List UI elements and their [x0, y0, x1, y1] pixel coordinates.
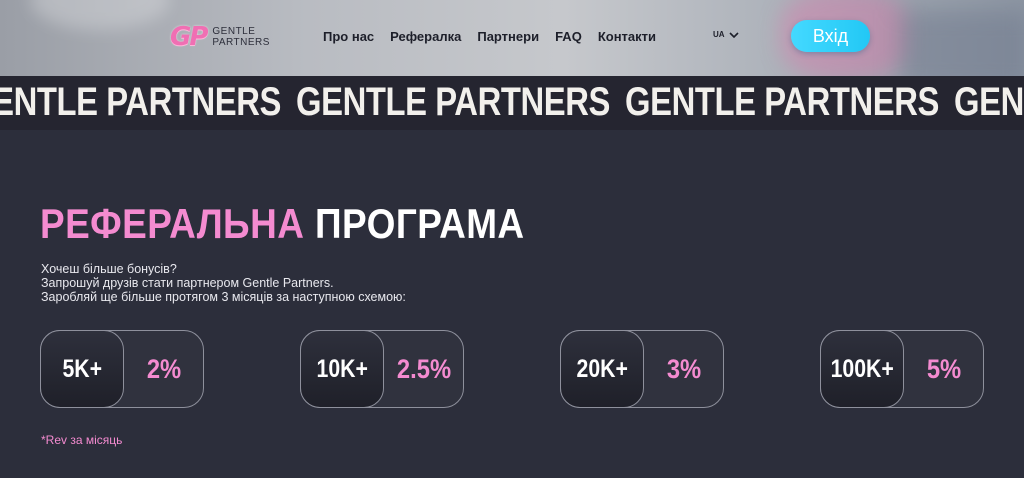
section-description: Хочеш більше бонусів? Запрошуй друзів ст…: [41, 262, 406, 304]
logo-text-line2: PARTNERS: [212, 37, 270, 48]
nav-link-contacts[interactable]: Контакти: [598, 29, 656, 44]
marquee-item: GENTLE PARTNERS: [625, 80, 939, 124]
tier-amount: 100K+: [830, 354, 894, 383]
logo-text-line1: GENTLE: [212, 26, 256, 37]
tier-percent: 3%: [666, 353, 702, 384]
marquee-item: GENTLE PARTNERS: [0, 80, 281, 124]
main-nav: Про нас Рефералка Партнери FAQ Контакти: [323, 29, 672, 44]
section-title: РЕФЕРАЛЬНА ПРОГРАМА: [40, 200, 525, 248]
tier-amount-box: 100K+: [820, 330, 904, 408]
language-selector[interactable]: UA: [713, 30, 739, 39]
tier-percent: 2%: [146, 353, 182, 384]
tier-card-20k: 20K+ 3%: [560, 330, 724, 408]
tier-amount-box: 10K+: [300, 330, 384, 408]
nav-link-referral[interactable]: Рефералка: [390, 29, 461, 44]
tier-percent: 2.5%: [396, 353, 452, 384]
description-line: Заробляй ще більше протягом 3 місяців за…: [41, 290, 406, 304]
tier-percent: 5%: [926, 353, 962, 384]
login-button[interactable]: Вхід: [791, 20, 870, 52]
section-title-rest: ПРОГРАМА: [315, 200, 525, 247]
logo[interactable]: GP GENTLE PARTNERS: [170, 21, 270, 53]
nav-link-about[interactable]: Про нас: [323, 29, 374, 44]
tier-card-5k: 5K+ 2%: [40, 330, 204, 408]
tier-amount: 20K+: [576, 354, 628, 383]
tier-amount-box: 5K+: [40, 330, 124, 408]
tier-amount-box: 20K+: [560, 330, 644, 408]
nav-link-partners[interactable]: Партнери: [477, 29, 539, 44]
nav-link-faq[interactable]: FAQ: [555, 29, 582, 44]
language-code: UA: [713, 30, 725, 39]
description-line: Хочеш більше бонусів?: [41, 262, 177, 276]
logo-text: GENTLE PARTNERS: [212, 26, 270, 48]
footnote: *Rev за місяць: [41, 433, 123, 447]
section-title-highlight: РЕФЕРАЛЬНА: [40, 200, 305, 247]
logo-mark: GP: [170, 22, 208, 52]
header-background-blur: [30, 0, 170, 30]
description-line: Запрошуй друзів стати партнером Gentle P…: [41, 276, 334, 290]
tier-card-100k: 100K+ 5%: [820, 330, 984, 408]
header-background-blur: [900, 10, 1024, 76]
site-header: GP GENTLE PARTNERS Про нас Рефералка Пар…: [0, 0, 1024, 76]
marquee-track: GENTLE PARTNERS GENTLE PARTNERS GENTLE P…: [0, 80, 1024, 125]
brand-marquee: GENTLE PARTNERS GENTLE PARTNERS GENTLE P…: [0, 76, 1024, 130]
tier-amount: 10K+: [316, 354, 368, 383]
tier-amount: 5K+: [62, 354, 102, 383]
chevron-down-icon: [728, 31, 739, 38]
marquee-item: GENTLE PARTNERS: [954, 80, 1024, 124]
marquee-item: GENTLE PARTNERS: [296, 80, 610, 124]
tier-card-10k: 10K+ 2.5%: [300, 330, 464, 408]
